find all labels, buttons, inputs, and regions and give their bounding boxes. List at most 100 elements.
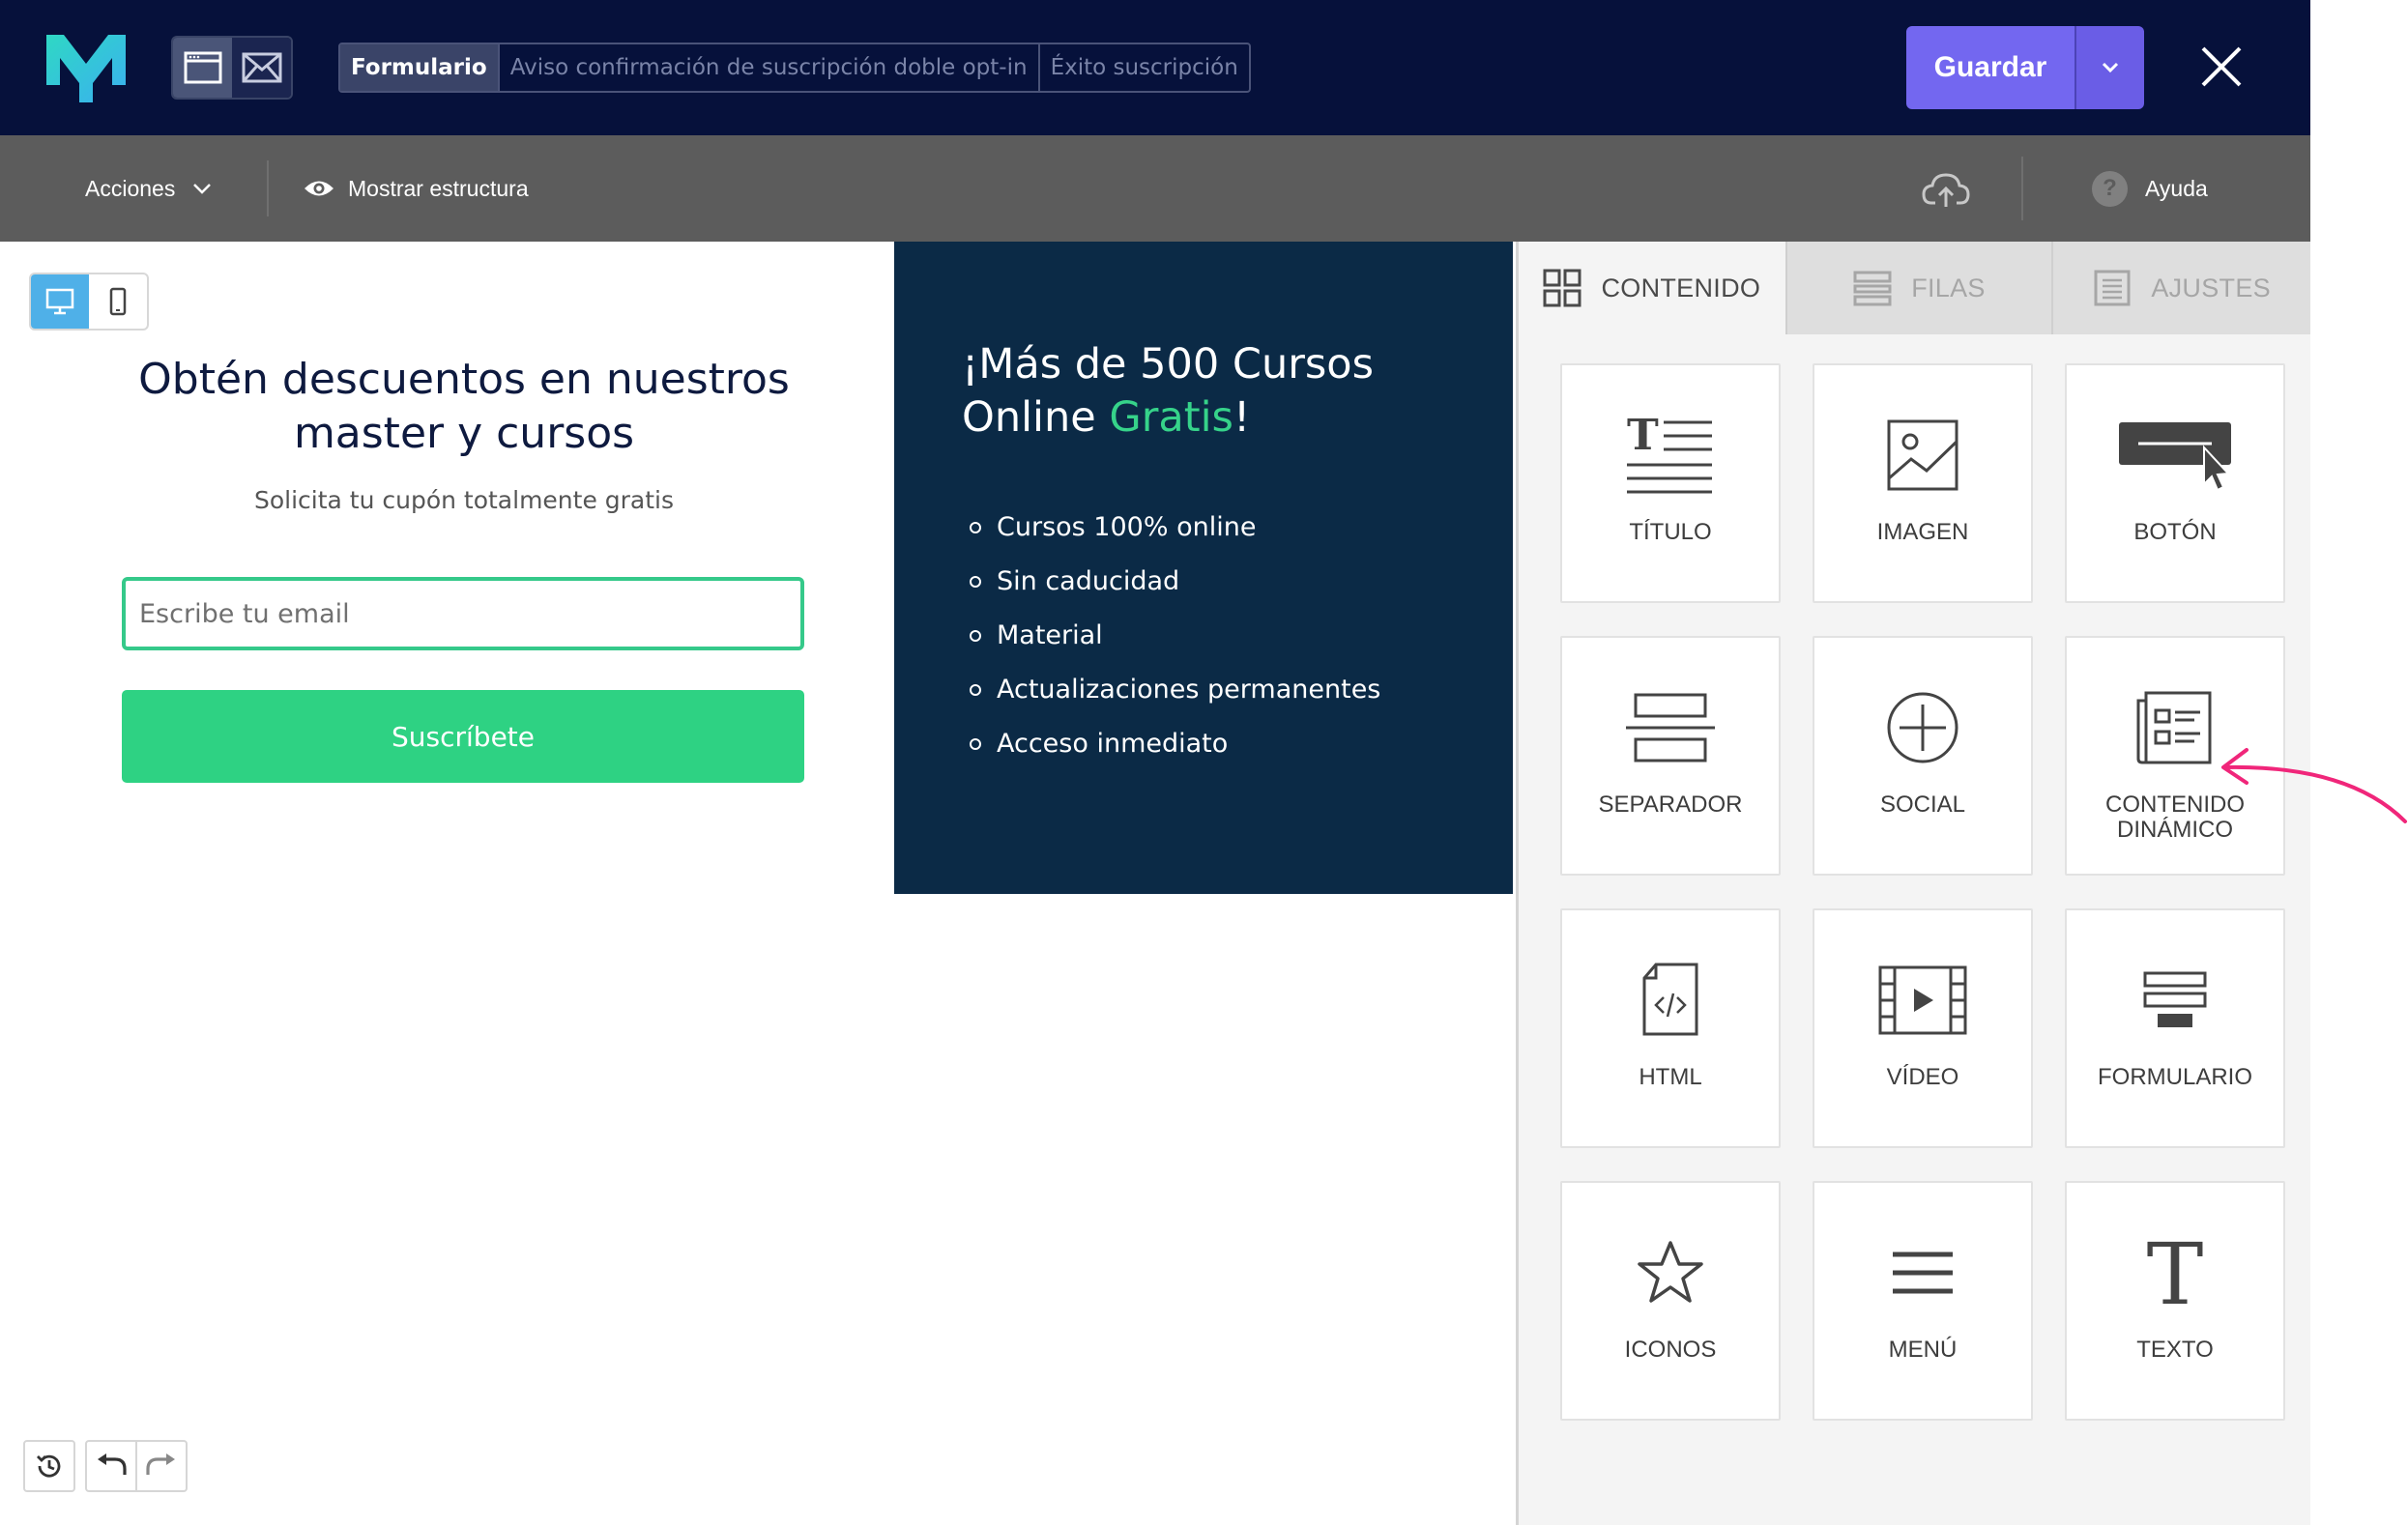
- redo-icon: [146, 1453, 175, 1475]
- tab-aviso-confirmacion[interactable]: Aviso confirmación de suscripción doble …: [497, 44, 1038, 91]
- mobile-preview-button[interactable]: [89, 274, 147, 329]
- tile-imagen[interactable]: IMAGEN: [1813, 363, 2033, 603]
- chevron-down-icon: [2102, 62, 2119, 73]
- tab-formulario[interactable]: Formulario: [340, 44, 498, 91]
- help-label: Ayuda: [2145, 175, 2208, 201]
- video-icon: [1878, 965, 1967, 1035]
- text-icon: T: [2147, 1234, 2204, 1311]
- email-field[interactable]: [122, 577, 804, 650]
- show-structure-label: Mostrar estructura: [348, 175, 529, 201]
- tile-titulo[interactable]: T TÍTULO: [1560, 363, 1781, 603]
- promo-title-end: !: [1233, 393, 1251, 442]
- desktop-icon: [45, 288, 74, 315]
- html-icon: [1642, 963, 1698, 1036]
- history-icon: [37, 1454, 61, 1478]
- redo-button[interactable]: [135, 1442, 186, 1490]
- tab-ajustes[interactable]: AJUSTES: [2051, 242, 2310, 334]
- divider: [267, 160, 269, 216]
- save-button[interactable]: Guardar: [1906, 26, 2074, 109]
- show-structure-toggle[interactable]: Mostrar estructura: [304, 170, 529, 207]
- close-icon[interactable]: [2199, 44, 2244, 89]
- browser-window-icon: [184, 51, 221, 84]
- grid-icon: [1543, 269, 1581, 307]
- tile-video[interactable]: VÍDEO: [1813, 908, 2033, 1148]
- history-controls: [23, 1440, 188, 1492]
- tile-social[interactable]: SOCIAL: [1813, 636, 2033, 876]
- browser-view-button[interactable]: [173, 38, 232, 98]
- tab-contenido[interactable]: CONTENIDO: [1519, 242, 1785, 334]
- tile-label: HTML: [1639, 1064, 1702, 1090]
- history-button[interactable]: [23, 1440, 75, 1492]
- list-item: Sin caducidad: [970, 555, 1380, 609]
- envelope-icon: [242, 52, 281, 83]
- settings-document-icon: [2094, 270, 2131, 306]
- tile-boton[interactable]: BOTÓN: [2065, 363, 2285, 603]
- svg-text:T: T: [2147, 1234, 2204, 1311]
- mobile-icon: [109, 287, 127, 316]
- cloud-upload-icon[interactable]: [1922, 170, 1970, 209]
- email-builder-app: Formulario Aviso confirmación de suscrip…: [0, 0, 2310, 1525]
- tile-label: IMAGEN: [1876, 519, 1969, 545]
- actions-menu[interactable]: Acciones: [85, 170, 212, 207]
- email-view-button[interactable]: [232, 38, 291, 98]
- tile-label: SOCIAL: [1879, 791, 1966, 818]
- tile-formulario[interactable]: FORMULARIO: [2065, 908, 2285, 1148]
- button-icon: [2119, 422, 2231, 492]
- list-item: Actualizaciones permanentes: [970, 663, 1380, 717]
- tile-iconos[interactable]: ICONOS: [1560, 1181, 1781, 1421]
- eye-icon: [305, 181, 334, 196]
- tile-menu[interactable]: MENÚ: [1813, 1181, 2033, 1421]
- dynamic-content-icon: [2136, 691, 2212, 764]
- chevron-down-icon: [193, 184, 212, 194]
- tab-contenido-label: CONTENIDO: [1601, 273, 1761, 302]
- bullet-icon: [970, 738, 981, 750]
- tile-label: SEPARADOR: [1598, 791, 1743, 818]
- list-item-label: Material: [997, 620, 1103, 650]
- svg-text:T: T: [1627, 417, 1659, 460]
- tab-filas-label: FILAS: [1911, 273, 1986, 302]
- save-dropdown-button[interactable]: [2074, 26, 2144, 109]
- list-item-label: Actualizaciones permanentes: [997, 675, 1381, 705]
- bullet-icon: [970, 576, 981, 588]
- tab-ajustes-label: AJUSTES: [2151, 273, 2271, 302]
- tile-html[interactable]: HTML: [1560, 908, 1781, 1148]
- tile-label: TÍTULO: [1629, 519, 1712, 545]
- menu-icon: [1893, 1252, 1953, 1294]
- image-icon: [1887, 419, 1958, 491]
- content-panel: CONTENIDO FILAS AJUSTES T TÍTULO IMAGEN …: [1516, 242, 2310, 1525]
- m-logo-icon: [46, 35, 126, 102]
- panel-tabs: CONTENIDO FILAS AJUSTES: [1519, 242, 2310, 334]
- rows-icon: [1853, 271, 1892, 306]
- bullet-icon: [970, 684, 981, 696]
- form-icon: [2143, 971, 2207, 1027]
- list-item-label: Sin caducidad: [997, 566, 1180, 596]
- action-bar: Acciones Mostrar estructura ? Ayuda: [0, 135, 2310, 242]
- star-icon: [1638, 1241, 1703, 1303]
- tab-filas[interactable]: FILAS: [1784, 242, 2052, 334]
- undo-button[interactable]: [87, 1442, 135, 1490]
- list-item-label: Cursos 100% online: [997, 512, 1257, 542]
- form-title[interactable]: Obtén descuentos en nuestros master y cu…: [116, 353, 812, 461]
- actions-label: Acciones: [85, 175, 176, 201]
- list-item: Material: [970, 609, 1380, 663]
- tile-label: FORMULARIO: [2097, 1064, 2252, 1090]
- undo-icon: [98, 1453, 127, 1475]
- help-icon: ?: [2092, 170, 2128, 207]
- view-switch: [171, 36, 293, 100]
- desktop-preview-button[interactable]: [31, 274, 89, 329]
- document-tabs: Formulario Aviso confirmación de suscrip…: [338, 43, 1251, 93]
- promo-block[interactable]: ¡Más de 500 Cursos Online Gratis! Cursos…: [894, 242, 1513, 894]
- list-item: Cursos 100% online: [970, 501, 1380, 555]
- tile-texto[interactable]: T TEXTO: [2065, 1181, 2285, 1421]
- tile-label: TEXTO: [2136, 1337, 2214, 1363]
- top-bar: Formulario Aviso confirmación de suscrip…: [0, 0, 2310, 135]
- help-button[interactable]: ? Ayuda: [2092, 169, 2208, 208]
- promo-title: ¡Más de 500 Cursos Online Gratis!: [962, 338, 1484, 445]
- tab-exito-suscripcion[interactable]: Éxito suscripción: [1037, 44, 1249, 91]
- tile-separador[interactable]: SEPARADOR: [1560, 636, 1781, 876]
- promo-title-highlight: Gratis: [1109, 393, 1233, 442]
- tile-label: ICONOS: [1624, 1337, 1717, 1363]
- form-subtitle[interactable]: Solicita tu cupón totalmente gratis: [116, 486, 812, 514]
- subscribe-button[interactable]: Suscríbete: [122, 690, 804, 783]
- title-icon: T: [1627, 417, 1712, 494]
